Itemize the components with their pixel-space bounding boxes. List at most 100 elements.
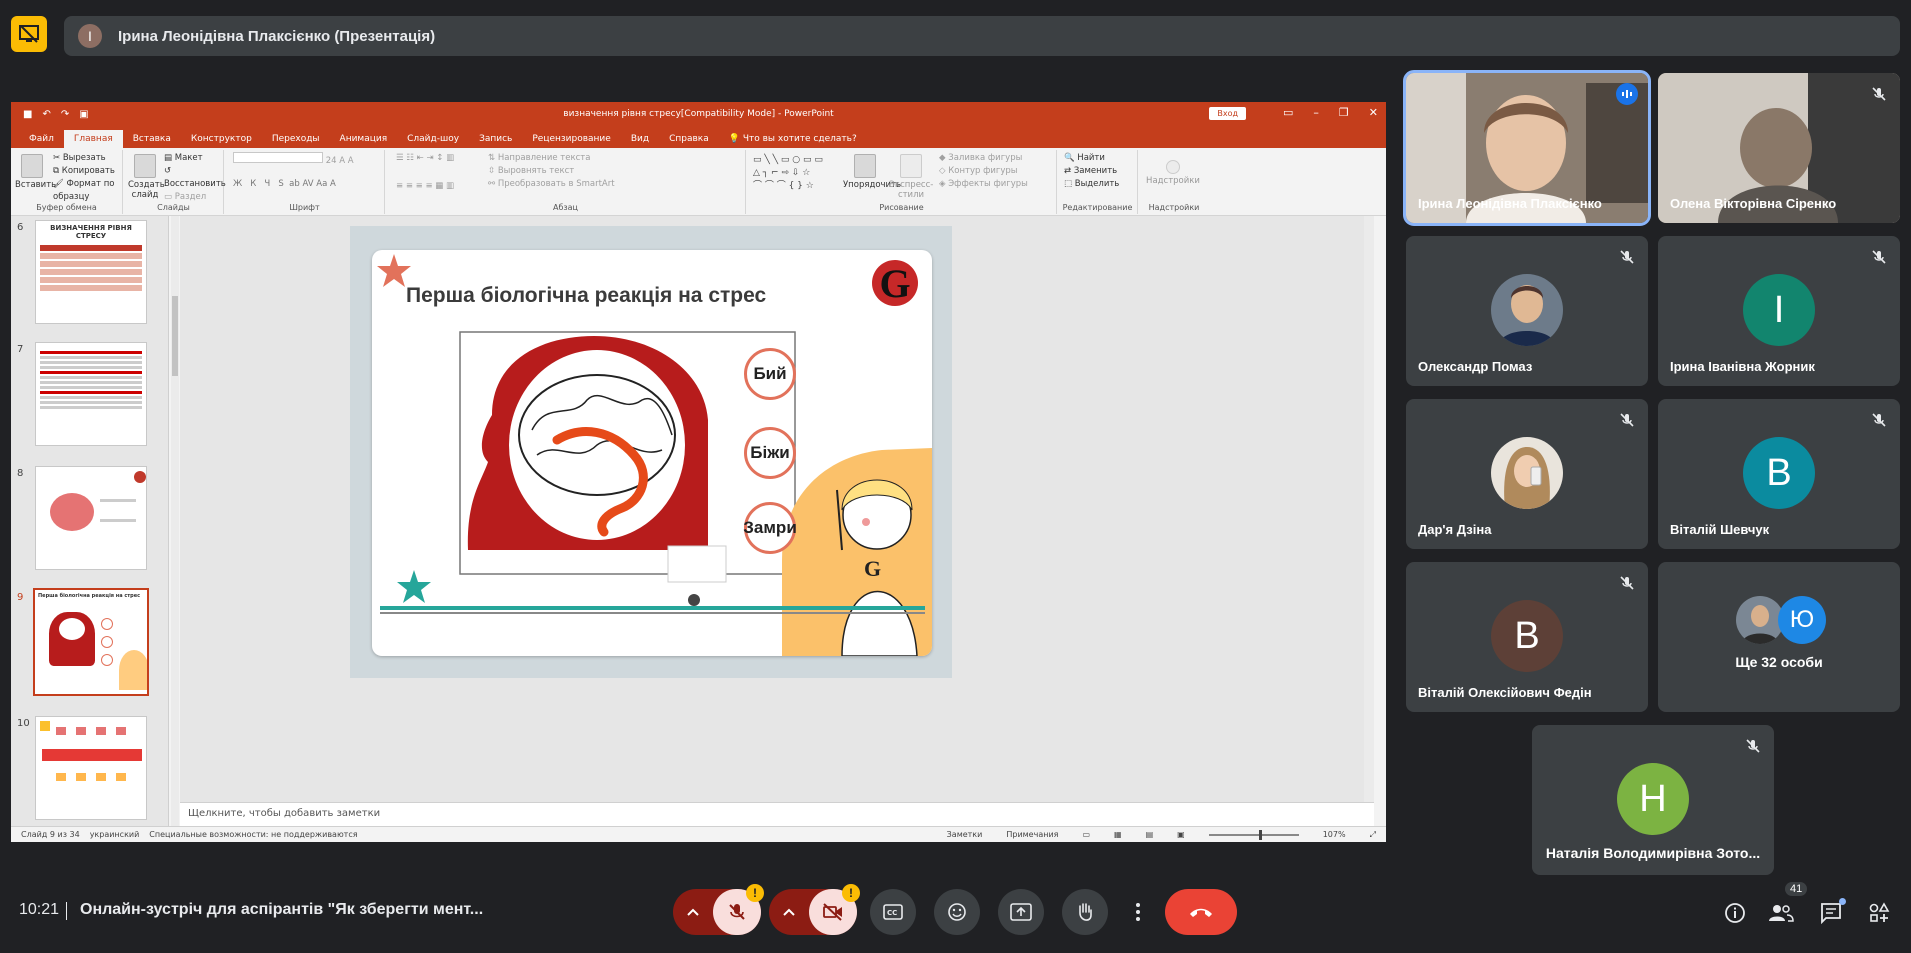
slide-artwork	[377, 254, 932, 656]
sorter-view-icon[interactable]: ▦	[1114, 830, 1122, 839]
activities-button[interactable]	[1866, 900, 1892, 926]
paste-button[interactable]: Вставить	[15, 154, 56, 190]
login-button[interactable]: Вход	[1209, 107, 1246, 120]
find-button[interactable]: 🔍 Найти	[1064, 152, 1119, 165]
shirt-logo: G	[864, 556, 882, 581]
align-text-button[interactable]: ⇳ Выровнять текст	[488, 165, 615, 178]
camera-options-chevron-icon[interactable]	[769, 908, 809, 916]
arrange-button[interactable]: Упорядочить	[843, 154, 901, 190]
underline-button[interactable]: Ч	[264, 179, 270, 189]
people-button[interactable]	[1768, 900, 1794, 926]
info-icon	[1725, 903, 1745, 923]
editing-label: Редактирование	[1062, 203, 1133, 212]
zoom-level[interactable]: 107%	[1323, 830, 1346, 839]
more-options-button[interactable]	[1126, 889, 1150, 935]
presenter-bar[interactable]: I Ірина Леонідівна Плаксієнко (Презентац…	[64, 16, 1900, 56]
slide-heading: Перша біологічна реакція на стрес	[406, 284, 767, 307]
presentation-logo-icon	[11, 16, 47, 52]
mic-off-icon	[1868, 409, 1890, 431]
maximize-icon[interactable]: ❐	[1339, 106, 1349, 119]
participant-tile-darya-dzina[interactable]: Дар'я Дзіна	[1406, 399, 1648, 549]
tab-insert[interactable]: Вставка	[123, 130, 181, 148]
shape-outline-button[interactable]: ◇ Контур фигуры	[939, 165, 1028, 178]
leave-call-button[interactable]	[1165, 889, 1237, 935]
participant-tile-vitalii-fedin[interactable]: В Віталій Олексійович Федін	[1406, 562, 1648, 712]
participant-name: Ірина Іванівна Жорник	[1670, 359, 1815, 374]
shape-fill-button[interactable]: ◆ Заливка фигуры	[939, 152, 1028, 165]
language-status[interactable]: украинский	[90, 830, 140, 839]
participant-tile-iryna-zhornyk[interactable]: I Ірина Іванівна Жорник	[1658, 236, 1900, 386]
layout-button[interactable]: ▤ Макет	[164, 152, 226, 165]
strike-button[interactable]: S	[278, 179, 283, 189]
addins-button[interactable]: Надстройки	[1143, 154, 1203, 186]
tell-me-search[interactable]: 💡 Что вы хотите сделать?	[719, 130, 867, 148]
notes-toggle[interactable]: Заметки	[947, 830, 983, 839]
tab-home[interactable]: Главная	[63, 130, 123, 148]
select-button[interactable]: ⬚ Выделить	[1064, 178, 1119, 191]
thumbnail-slide-6[interactable]: 6 ВИЗНАЧЕННЯ РІВНЯ СТРЕСУ	[11, 220, 168, 330]
quick-styles-button[interactable]: Экспресс-стили	[889, 154, 933, 200]
ribbon-display-icon[interactable]: ▭	[1283, 106, 1293, 119]
more-vert-icon	[1136, 903, 1140, 921]
bold-button[interactable]: Ж	[233, 179, 242, 189]
mic-options-chevron-icon[interactable]	[673, 908, 713, 916]
tab-view[interactable]: Вид	[621, 130, 659, 148]
tab-review[interactable]: Рецензирование	[522, 130, 620, 148]
tab-transitions[interactable]: Переходы	[262, 130, 330, 148]
font-size-select[interactable]: 24 A A	[233, 152, 354, 168]
participant-tile-vitalii-shevchuk[interactable]: В Віталій Шевчук	[1658, 399, 1900, 549]
reading-view-icon[interactable]: ▤	[1146, 830, 1154, 839]
present-screen-button[interactable]	[998, 889, 1044, 935]
fit-slide-icon[interactable]: ⤢	[1370, 830, 1376, 840]
mic-off-icon	[1616, 409, 1638, 431]
thumbnail-slide-7[interactable]: 7	[11, 342, 168, 452]
slide-thumbnails-pane[interactable]: 6 ВИЗНАЧЕННЯ РІВНЯ СТРЕСУ 7 8 9 Перша бі…	[11, 216, 169, 826]
tab-help[interactable]: Справка	[659, 130, 719, 148]
participant-tile-iryna-plaksiienko[interactable]: Ірина Леонідівна Плаксієнко	[1403, 70, 1651, 226]
replace-button[interactable]: ⇄ Заменить	[1064, 165, 1119, 178]
tab-file[interactable]: Файл	[19, 130, 64, 148]
thumbnail-slide-9[interactable]: 9 Перша біологічна реакція на стрес	[11, 588, 168, 700]
format-painter-button[interactable]: 🖌 Формат по образцу	[53, 178, 122, 204]
participant-tile-oleksandr-pomaz[interactable]: Олександр Помаз	[1406, 236, 1648, 386]
chat-button[interactable]	[1818, 898, 1846, 926]
thumbnails-scrollbar[interactable]	[171, 216, 179, 826]
smartart-button[interactable]: ⚯ Преобразовать в SmartArt	[488, 178, 615, 191]
comments-toggle[interactable]: Примечания	[1006, 830, 1058, 839]
people-count-badge: 41	[1785, 882, 1808, 896]
text-direction-button[interactable]: ⇅ Направление текста	[488, 152, 615, 165]
current-slide[interactable]: Перша біологічна реакція на стрес Бий Бі…	[372, 250, 932, 656]
participant-tile-others[interactable]: Ю Ще 32 особи	[1658, 562, 1900, 712]
thumbnails-scroll-thumb[interactable]	[172, 296, 178, 376]
thumbnail-slide-8[interactable]: 8	[11, 466, 168, 576]
raise-hand-button[interactable]	[1062, 889, 1108, 935]
emoji-reaction-button[interactable]	[934, 889, 980, 935]
shape-effects-button[interactable]: ◈ Эффекты фигуры	[939, 178, 1028, 191]
present-screen-icon	[1010, 903, 1032, 921]
captions-button[interactable]: CC	[870, 889, 916, 935]
participant-tile-nataliia-zoto[interactable]: Н Наталія Володимирівна Зото...	[1532, 725, 1774, 875]
tab-animations[interactable]: Анимация	[330, 130, 398, 148]
slide-editor[interactable]: Перша біологічна реакція на стрес Бий Бі…	[180, 216, 1374, 802]
participant-tile-olena-sirenko[interactable]: Олена Вікторівна Сіренко	[1658, 73, 1900, 223]
close-icon[interactable]: ✕	[1369, 106, 1378, 119]
editor-scrollbar[interactable]	[1364, 216, 1374, 802]
accessibility-status[interactable]: Специальные возможности: не поддерживают…	[149, 830, 357, 839]
people-icon	[1769, 905, 1794, 922]
new-slide-button[interactable]: Создать слайд	[128, 154, 165, 200]
minimize-icon[interactable]: –	[1313, 106, 1319, 119]
zoom-slider[interactable]	[1208, 829, 1299, 840]
tab-design[interactable]: Конструктор	[181, 130, 262, 148]
tab-record[interactable]: Запись	[469, 130, 522, 148]
copy-button[interactable]: ⧉ Копировать	[53, 165, 122, 178]
meeting-details-button[interactable]	[1722, 900, 1748, 926]
italic-button[interactable]: К	[250, 179, 256, 189]
reset-button[interactable]: ↺ Восстановить	[164, 165, 226, 191]
tab-slideshow[interactable]: Слайд-шоу	[397, 130, 469, 148]
thumbnail-slide-10[interactable]: 10	[11, 716, 168, 826]
cut-button[interactable]: ✂ Вырезать	[53, 152, 122, 165]
normal-view-icon[interactable]: ▭	[1082, 830, 1090, 839]
slideshow-view-icon[interactable]: ▣	[1177, 830, 1185, 839]
shapes-gallery[interactable]: ▭ ╲ ╲ ▭ ○ ▭ ▭ △ ┐ ⌐ ⇨ ⇩ ☆ ⌒ ⌒ ⌒ { } ☆	[753, 154, 833, 194]
notes-area[interactable]: Щелкните, чтобы добавить заметки	[180, 802, 1374, 826]
